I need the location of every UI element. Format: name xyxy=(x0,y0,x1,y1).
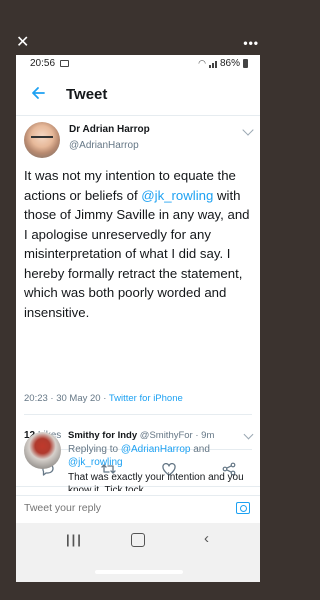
battery-percent: 86% xyxy=(219,58,240,69)
mention-link[interactable]: @jk_rowling xyxy=(68,457,123,468)
reply-input[interactable] xyxy=(24,502,224,514)
author-name[interactable]: Dr Adrian Harrop xyxy=(69,124,150,135)
battery-icon xyxy=(243,59,248,68)
chevron-down-icon[interactable] xyxy=(242,124,254,136)
home-indicator[interactable] xyxy=(95,570,183,574)
tweet-timestamp: 20:23 · 30 May 20 · xyxy=(24,393,109,404)
status-time: 20:56 xyxy=(30,58,56,69)
tweet-meta: 20:23 · 30 May 20 · Twitter for iPhone xyxy=(24,393,183,404)
reply-tweet[interactable]: Smithy for Indy @SmithyFor · 9m Replying… xyxy=(16,425,260,495)
home-icon[interactable] xyxy=(131,533,145,547)
tweet-header: Tweet xyxy=(16,73,260,116)
image-notification-icon xyxy=(60,60,69,67)
back-arrow-icon[interactable] xyxy=(30,85,48,103)
avatar-glasses xyxy=(31,136,53,141)
tweet-text: It was not my intention to equate the ac… xyxy=(24,166,254,322)
page-title: Tweet xyxy=(66,86,108,103)
signal-icon xyxy=(208,60,217,68)
mention-link[interactable]: @AdrianHarrop xyxy=(121,444,191,455)
close-icon[interactable]: ✕ xyxy=(16,35,30,51)
reply-avatar[interactable] xyxy=(24,432,61,469)
recent-apps-icon[interactable]: ||| xyxy=(66,532,83,547)
author-avatar[interactable] xyxy=(24,122,60,158)
more-options-icon[interactable]: ••• xyxy=(243,37,259,49)
reply-composer xyxy=(16,495,260,523)
tweet-text-part2: with those of Jimmy Saville in any way, … xyxy=(24,187,250,320)
reply-author-name[interactable]: Smithy for Indy xyxy=(68,430,137,441)
replying-to-label: Replying to xyxy=(68,444,121,455)
divider xyxy=(24,414,252,415)
camera-icon[interactable] xyxy=(236,502,250,514)
reply-text: That was exactly your intention and you … xyxy=(68,472,244,491)
phone-screen: 20:56 ◠ 86% Tweet Dr Adrian Harrop @Adri… xyxy=(16,55,260,582)
chevron-down-icon[interactable] xyxy=(243,429,254,440)
image-viewer-bar: ✕ ••• xyxy=(0,0,277,52)
tweet-source[interactable]: Twitter for iPhone xyxy=(109,393,183,404)
reply-header: Smithy for Indy @SmithyFor · 9m xyxy=(68,430,214,441)
back-icon[interactable]: ‹ xyxy=(204,530,209,547)
status-indicators: ◠ 86% xyxy=(198,58,248,69)
status-bar: 20:56 ◠ 86% xyxy=(16,55,260,73)
wifi-icon: ◠ xyxy=(198,58,206,68)
mention-link[interactable]: @jk_rowling xyxy=(141,188,213,203)
replying-to: Replying to @AdrianHarrop and @jk_rowlin… xyxy=(68,443,248,469)
reply-meta: @SmithyFor · 9m xyxy=(137,430,215,441)
replying-to-and: and xyxy=(190,444,210,455)
author-handle[interactable]: @AdrianHarrop xyxy=(69,140,139,151)
